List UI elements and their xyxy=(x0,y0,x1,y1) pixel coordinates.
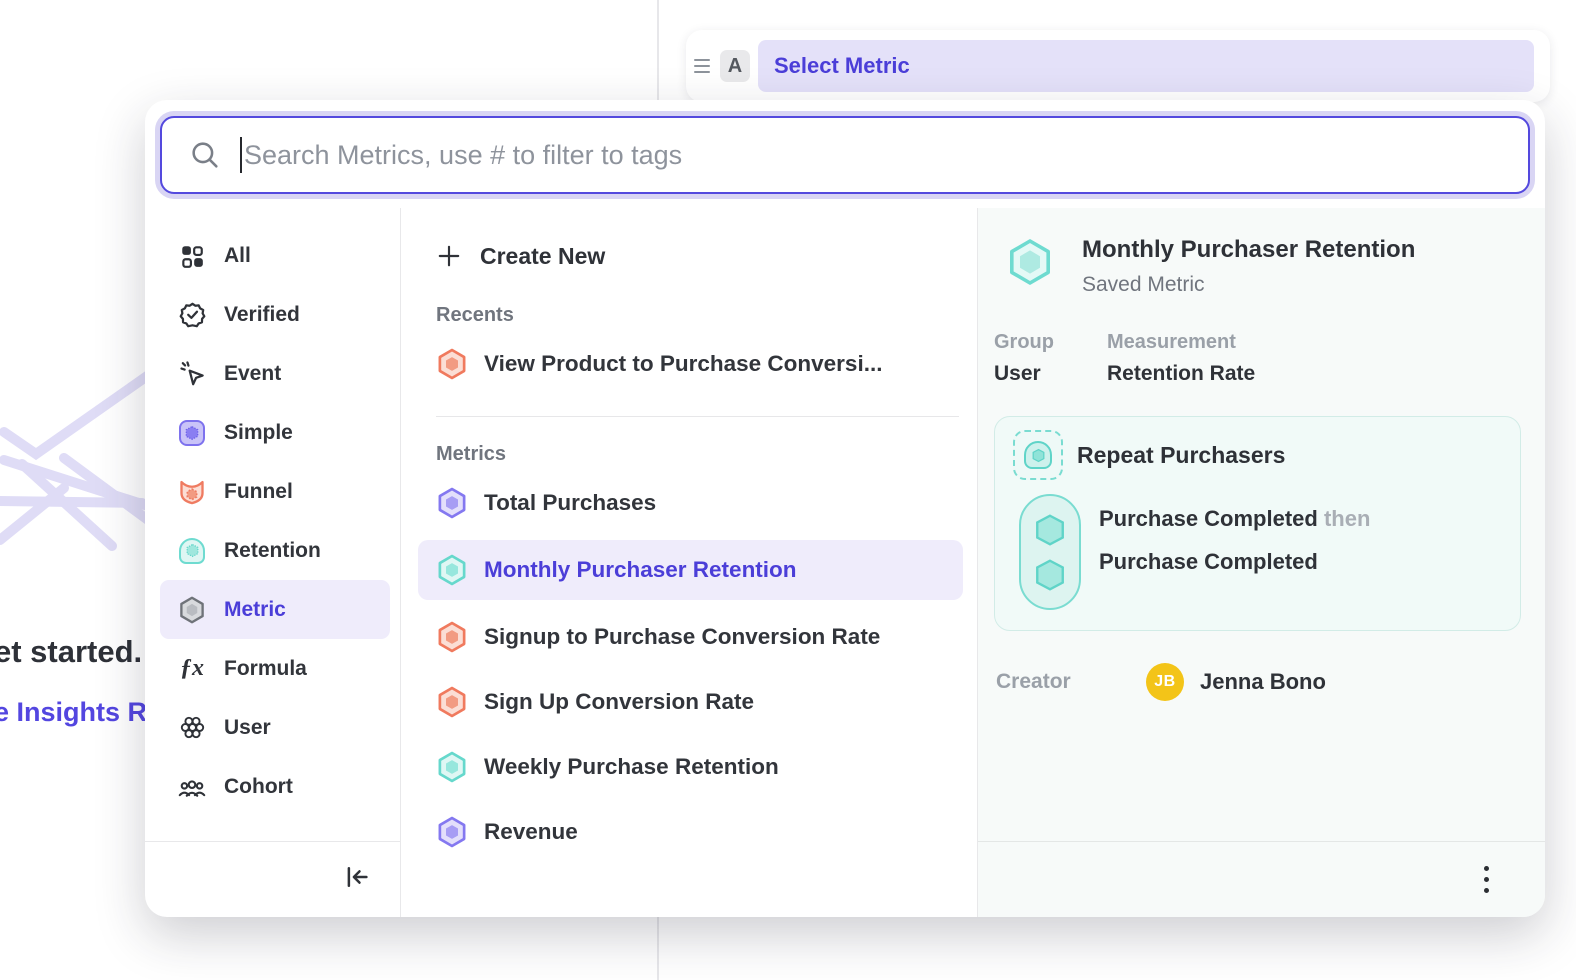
metric-row-card: A Select Metric xyxy=(686,30,1550,102)
event-cursor-icon xyxy=(178,360,206,388)
metric-picker-modal: All Verified xyxy=(145,100,1545,917)
metric-item-label: Total Purchases xyxy=(484,490,656,516)
metric-item-label: Weekly Purchase Retention xyxy=(484,754,779,780)
search-input[interactable] xyxy=(244,140,1528,171)
sidebar-item-label: Event xyxy=(224,362,281,386)
sidebar-item-formula[interactable]: ƒx Formula xyxy=(160,639,390,698)
creator-name: Jenna Bono xyxy=(1200,669,1326,695)
sidebar-item-label: Verified xyxy=(224,303,300,327)
metric-item-signup-to-purchase-conversion-rate[interactable]: Signup to Purchase Conversion Rate xyxy=(436,609,977,665)
metric-item-label: Sign Up Conversion Rate xyxy=(484,689,754,715)
metric-hexagon-icon xyxy=(178,596,206,624)
retention-definition-icon xyxy=(1013,430,1063,480)
metric-hexagon-icon xyxy=(436,621,468,653)
recents-section-label: Recents xyxy=(436,304,977,327)
create-new-button[interactable]: Create New xyxy=(436,234,977,278)
filter-sidebar: All Verified xyxy=(145,208,401,917)
create-new-label: Create New xyxy=(480,243,605,270)
saved-metric-hexagon-icon xyxy=(1006,238,1054,286)
sidebar-item-event[interactable]: Event xyxy=(160,344,390,403)
metric-item-monthly-purchaser-retention[interactable]: Monthly Purchaser Retention xyxy=(418,540,963,600)
sidebar-item-label: All xyxy=(224,244,251,268)
section-divider xyxy=(436,416,959,417)
sidebar-item-funnel[interactable]: Funnel xyxy=(160,462,390,521)
picker-content: All Verified xyxy=(145,208,1545,917)
metric-item-label: Revenue xyxy=(484,819,578,845)
measurement-value: Retention Rate xyxy=(1107,362,1255,386)
metric-hexagon-icon xyxy=(436,554,468,586)
search-field[interactable] xyxy=(160,116,1530,194)
grid-icon xyxy=(178,242,206,270)
metric-item-weekly-purchase-retention[interactable]: Weekly Purchase Retention xyxy=(436,739,977,795)
cohort-people-icon xyxy=(178,773,206,801)
sidebar-item-retention[interactable]: Retention xyxy=(160,521,390,580)
sidebar-item-label: Retention xyxy=(224,539,321,563)
simple-metric-icon xyxy=(178,419,206,447)
metric-item-total-purchases[interactable]: Total Purchases xyxy=(436,475,977,531)
definition-card: Repeat Purchasers Purchase Completed the… xyxy=(994,416,1521,631)
definition-step-1: Purchase Completed then xyxy=(1099,506,1370,532)
detail-title: Monthly Purchaser Retention xyxy=(1082,236,1415,264)
step-connector: then xyxy=(1324,506,1370,531)
metrics-section-label: Metrics xyxy=(436,443,977,466)
creator-row: Creator JB Jenna Bono xyxy=(994,663,1521,701)
metric-list-column: Create New Recents View Product to Purch… xyxy=(401,208,978,917)
sidebar-item-metric[interactable]: Metric xyxy=(160,580,390,639)
group-label: Group xyxy=(994,331,1085,354)
background-headline-fragment: et started. xyxy=(0,634,142,670)
metric-hexagon-icon xyxy=(436,686,468,718)
funnel-metric-hexagon-icon xyxy=(436,348,468,380)
verified-badge-icon xyxy=(178,301,206,329)
metric-selector-screen: et started. e Insights Re A Select Metri… xyxy=(0,0,1576,980)
text-cursor xyxy=(240,137,242,173)
metric-item-sign-up-conversion-rate[interactable]: Sign Up Conversion Rate xyxy=(436,674,977,730)
creator-label: Creator xyxy=(996,670,1146,694)
search-icon xyxy=(188,138,222,172)
retention-icon xyxy=(178,537,206,565)
series-a-badge[interactable]: A xyxy=(720,50,750,82)
metric-detail-panel: Monthly Purchaser Retention Saved Metric… xyxy=(978,208,1545,917)
definition-step-2: Purchase Completed xyxy=(1099,549,1370,575)
sidebar-item-simple[interactable]: Simple xyxy=(160,403,390,462)
metric-item-label: Monthly Purchaser Retention xyxy=(484,557,797,583)
sidebar-item-label: Cohort xyxy=(224,775,293,799)
sidebar-item-label: Funnel xyxy=(224,480,293,504)
metric-item-revenue[interactable]: Revenue xyxy=(436,804,977,860)
sidebar-item-label: Formula xyxy=(224,657,307,681)
sidebar-item-label: User xyxy=(224,716,271,740)
funnel-icon xyxy=(178,478,206,506)
search-bar xyxy=(160,116,1530,194)
recent-item-label: View Product to Purchase Conversi... xyxy=(484,351,882,377)
metric-hexagon-icon xyxy=(436,816,468,848)
definition-name: Repeat Purchasers xyxy=(1077,442,1285,469)
sidebar-item-cohort[interactable]: Cohort xyxy=(160,757,390,816)
detail-subtitle: Saved Metric xyxy=(1082,273,1415,297)
metric-hexagon-icon xyxy=(436,487,468,519)
select-metric-button[interactable]: Select Metric xyxy=(758,40,1534,92)
sidebar-item-user[interactable]: User xyxy=(160,698,390,757)
detail-footer xyxy=(978,841,1545,917)
metric-hexagon-icon xyxy=(436,751,468,783)
formula-fx-icon: ƒx xyxy=(178,655,206,683)
event-sequence-capsule-icon xyxy=(1019,494,1081,610)
background-insights-link-fragment[interactable]: e Insights Re xyxy=(0,697,162,728)
drag-handle-icon[interactable] xyxy=(694,59,714,73)
measurement-label: Measurement xyxy=(1107,331,1255,354)
sidebar-item-label: Metric xyxy=(224,598,286,622)
sidebar-item-all[interactable]: All xyxy=(160,226,390,285)
creator-avatar: JB xyxy=(1146,663,1184,701)
metric-item-label: Signup to Purchase Conversion Rate xyxy=(484,624,880,650)
group-value: User xyxy=(994,362,1085,386)
sidebar-footer xyxy=(145,841,400,917)
sidebar-item-label: Simple xyxy=(224,421,293,445)
plus-icon xyxy=(436,243,462,269)
recent-item-view-product-to-purchase[interactable]: View Product to Purchase Conversi... xyxy=(436,336,977,392)
collapse-sidebar-icon[interactable] xyxy=(342,862,372,897)
background-chart-doodle xyxy=(0,368,152,593)
more-options-kebab-icon[interactable] xyxy=(1478,860,1495,899)
sidebar-item-verified[interactable]: Verified xyxy=(160,285,390,344)
user-flower-icon xyxy=(178,714,206,742)
